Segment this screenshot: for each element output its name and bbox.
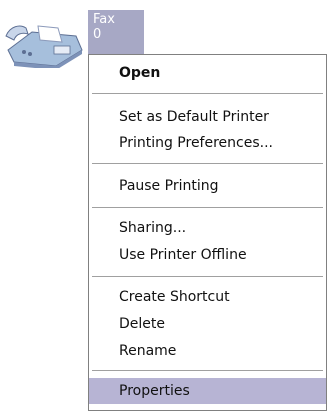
menu-item-properties[interactable]: Properties <box>89 378 326 404</box>
menu-separator <box>92 370 323 371</box>
menu-separator <box>92 207 323 208</box>
printer-label[interactable]: Fax 0 <box>88 10 144 54</box>
menu-item-open[interactable]: Open <box>89 60 326 86</box>
menu-item-rename[interactable]: Rename <box>89 338 326 364</box>
menu-separator <box>92 93 323 94</box>
menu-item-sharing[interactable]: Sharing... <box>89 215 326 241</box>
printer-name: Fax <box>93 12 115 27</box>
printer-status: 0 <box>93 27 102 42</box>
context-menu: Open Set as Default Printer Printing Pre… <box>88 54 327 411</box>
menu-separator <box>92 163 323 164</box>
menu-item-create-shortcut[interactable]: Create Shortcut <box>89 284 326 310</box>
fax-printer-icon[interactable] <box>4 20 86 68</box>
menu-item-pause-printing[interactable]: Pause Printing <box>89 173 326 199</box>
menu-item-printing-preferences[interactable]: Printing Preferences... <box>89 130 326 156</box>
menu-separator <box>92 276 323 277</box>
menu-item-use-printer-offline[interactable]: Use Printer Offline <box>89 242 326 268</box>
menu-item-set-default-printer[interactable]: Set as Default Printer <box>89 104 326 130</box>
menu-item-delete[interactable]: Delete <box>89 311 326 337</box>
